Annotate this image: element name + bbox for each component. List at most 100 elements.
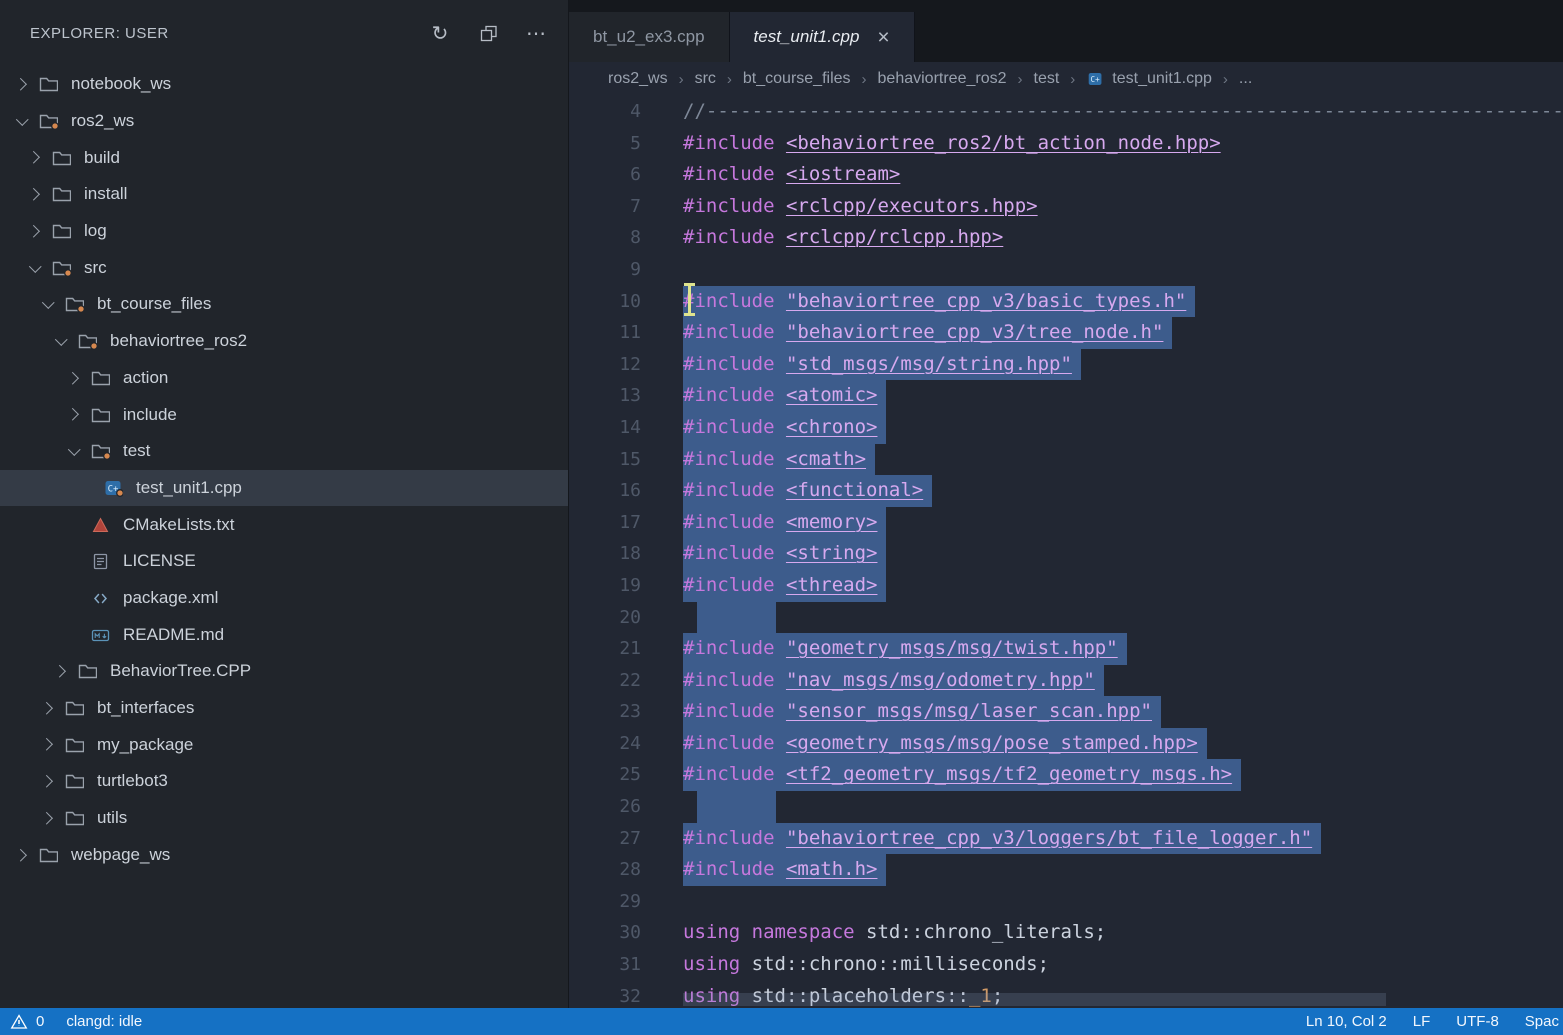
code-line-21[interactable]: 21#include "geometry_msgs/msg/twist.hpp" [569, 633, 1563, 665]
line-number[interactable]: 9 [569, 254, 641, 286]
close-tab-icon[interactable]: × [877, 27, 889, 48]
breadcrumb-item-test[interactable]: test [1034, 70, 1060, 88]
code-line-29[interactable]: 29 [569, 886, 1563, 918]
line-number[interactable]: 22 [569, 665, 641, 697]
tree-item-src[interactable]: src [0, 249, 568, 286]
tree-item-bt-interfaces[interactable]: bt_interfaces [0, 690, 568, 727]
line-number[interactable]: 16 [569, 475, 641, 507]
chevron-expanded-icon[interactable] [23, 256, 47, 280]
tab-test-unit1-cpp[interactable]: test_unit1.cpp× [730, 12, 915, 62]
code-line-26[interactable]: 26 [569, 791, 1563, 823]
code-line-13[interactable]: 13#include <atomic> [569, 380, 1563, 412]
line-number[interactable]: 17 [569, 507, 641, 539]
line-number[interactable]: 11 [569, 317, 641, 349]
tree-item-behaviortree-ros2[interactable]: behaviortree_ros2 [0, 323, 568, 360]
tree-item-ros2-ws[interactable]: ros2_ws [0, 103, 568, 140]
chevron-collapsed-icon[interactable] [49, 659, 73, 683]
code-line-23[interactable]: 23#include "sensor_msgs/msg/laser_scan.h… [569, 696, 1563, 728]
code-line-22[interactable]: 22#include "nav_msgs/msg/odometry.hpp" [569, 665, 1563, 697]
line-number[interactable]: 21 [569, 633, 641, 665]
encoding-indicator[interactable]: UTF-8 [1456, 1008, 1499, 1035]
code-line-15[interactable]: 15#include <cmath> [569, 444, 1563, 476]
code-line-7[interactable]: 7#include <rclcpp/executors.hpp> [569, 191, 1563, 223]
tree-item-utils[interactable]: utils [0, 800, 568, 837]
chevron-collapsed-icon[interactable] [36, 769, 60, 793]
scrollbar-thumb[interactable] [683, 993, 1386, 1006]
tree-item-behaviortree-cpp[interactable]: BehaviorTree.CPP [0, 653, 568, 690]
clangd-status[interactable]: clangd: idle [66, 1008, 142, 1035]
chevron-expanded-icon[interactable] [62, 439, 86, 463]
line-number[interactable]: 29 [569, 886, 641, 918]
chevron-collapsed-icon[interactable] [36, 696, 60, 720]
code-line-30[interactable]: 30using namespace std::chrono_literals; [569, 917, 1563, 949]
collapse-folders-icon[interactable] [474, 19, 502, 47]
code-line-9[interactable]: 9 [569, 254, 1563, 286]
tab-bt-u2-ex3-cpp[interactable]: bt_u2_ex3.cpp [569, 12, 730, 62]
code-line-24[interactable]: 24#include <geometry_msgs/msg/pose_stamp… [569, 728, 1563, 760]
tree-item-webpage-ws[interactable]: webpage_ws [0, 836, 568, 873]
chevron-expanded-icon[interactable] [10, 109, 34, 133]
chevron-collapsed-icon[interactable] [62, 403, 86, 427]
code-line-12[interactable]: 12#include "std_msgs/msg/string.hpp" [569, 349, 1563, 381]
tree-item-build[interactable]: build [0, 139, 568, 176]
line-number[interactable]: 15 [569, 444, 641, 476]
tree-item-license[interactable]: LICENSE [0, 543, 568, 580]
tree-item-cmakelists-txt[interactable]: CMakeLists.txt [0, 506, 568, 543]
tree-item-test[interactable]: test [0, 433, 568, 470]
code-line-4[interactable]: 4//-------------------------------------… [569, 96, 1563, 128]
line-number[interactable]: 23 [569, 696, 641, 728]
chevron-expanded-icon[interactable] [49, 329, 73, 353]
tree-item-readme-md[interactable]: README.md [0, 616, 568, 653]
code-line-31[interactable]: 31using std::chrono::milliseconds; [569, 949, 1563, 981]
chevron-collapsed-icon[interactable] [62, 366, 86, 390]
tree-item-install[interactable]: install [0, 176, 568, 213]
tree-item-bt-course-files[interactable]: bt_course_files [0, 286, 568, 323]
breadcrumb-item-src[interactable]: src [695, 70, 716, 88]
tree-item-action[interactable]: action [0, 360, 568, 397]
chevron-collapsed-icon[interactable] [10, 843, 34, 867]
code-line-28[interactable]: 28#include <math.h> [569, 854, 1563, 886]
line-number[interactable]: 10 [569, 286, 641, 318]
chevron-collapsed-icon[interactable] [10, 72, 34, 96]
cursor-position[interactable]: Ln 10, Col 2 [1306, 1008, 1387, 1035]
code-line-18[interactable]: 18#include <string> [569, 538, 1563, 570]
more-actions-icon[interactable]: ⋯ [522, 19, 550, 47]
problems-indicator[interactable]: 0 [10, 1008, 44, 1035]
refresh-explorer-icon[interactable]: ↻ [426, 19, 454, 47]
line-number[interactable]: 12 [569, 349, 641, 381]
line-number[interactable]: 18 [569, 538, 641, 570]
tree-item-log[interactable]: log [0, 213, 568, 250]
line-number[interactable]: 13 [569, 380, 641, 412]
line-number[interactable]: 14 [569, 412, 641, 444]
line-number[interactable]: 4 [569, 96, 641, 128]
tree-item-notebook-ws[interactable]: notebook_ws [0, 66, 568, 103]
line-number[interactable]: 6 [569, 159, 641, 191]
code-line-10[interactable]: 10#include "behaviortree_cpp_v3/basic_ty… [569, 286, 1563, 318]
tree-item-include[interactable]: include [0, 396, 568, 433]
line-number[interactable]: 31 [569, 949, 641, 981]
line-number[interactable]: 24 [569, 728, 641, 760]
eol-indicator[interactable]: LF [1413, 1008, 1431, 1035]
line-number[interactable]: 30 [569, 917, 641, 949]
code-line-17[interactable]: 17#include <memory> [569, 507, 1563, 539]
code-line-8[interactable]: 8#include <rclcpp/rclcpp.hpp> [569, 222, 1563, 254]
code-line-6[interactable]: 6#include <iostream> [569, 159, 1563, 191]
line-number[interactable]: 19 [569, 570, 641, 602]
chevron-expanded-icon[interactable] [36, 292, 60, 316]
line-number[interactable]: 28 [569, 854, 641, 886]
code-editor[interactable]: 4//-------------------------------------… [569, 96, 1563, 1008]
line-number[interactable]: 25 [569, 759, 641, 791]
line-number[interactable]: 27 [569, 823, 641, 855]
line-number[interactable]: 26 [569, 791, 641, 823]
horizontal-scrollbar[interactable] [683, 993, 1563, 1006]
tree-item-turtlebot3[interactable]: turtlebot3 [0, 763, 568, 800]
line-number[interactable]: 7 [569, 191, 641, 223]
chevron-collapsed-icon[interactable] [36, 733, 60, 757]
line-number[interactable]: 5 [569, 128, 641, 160]
chevron-collapsed-icon[interactable] [23, 219, 47, 243]
code-line-5[interactable]: 5#include <behaviortree_ros2/bt_action_n… [569, 128, 1563, 160]
code-line-27[interactable]: 27#include "behaviortree_cpp_v3/loggers/… [569, 823, 1563, 855]
chevron-collapsed-icon[interactable] [36, 806, 60, 830]
breadcrumb-item-test-unit1-cpp[interactable]: C+test_unit1.cpp [1086, 70, 1212, 88]
code-line-20[interactable]: 20 [569, 602, 1563, 634]
